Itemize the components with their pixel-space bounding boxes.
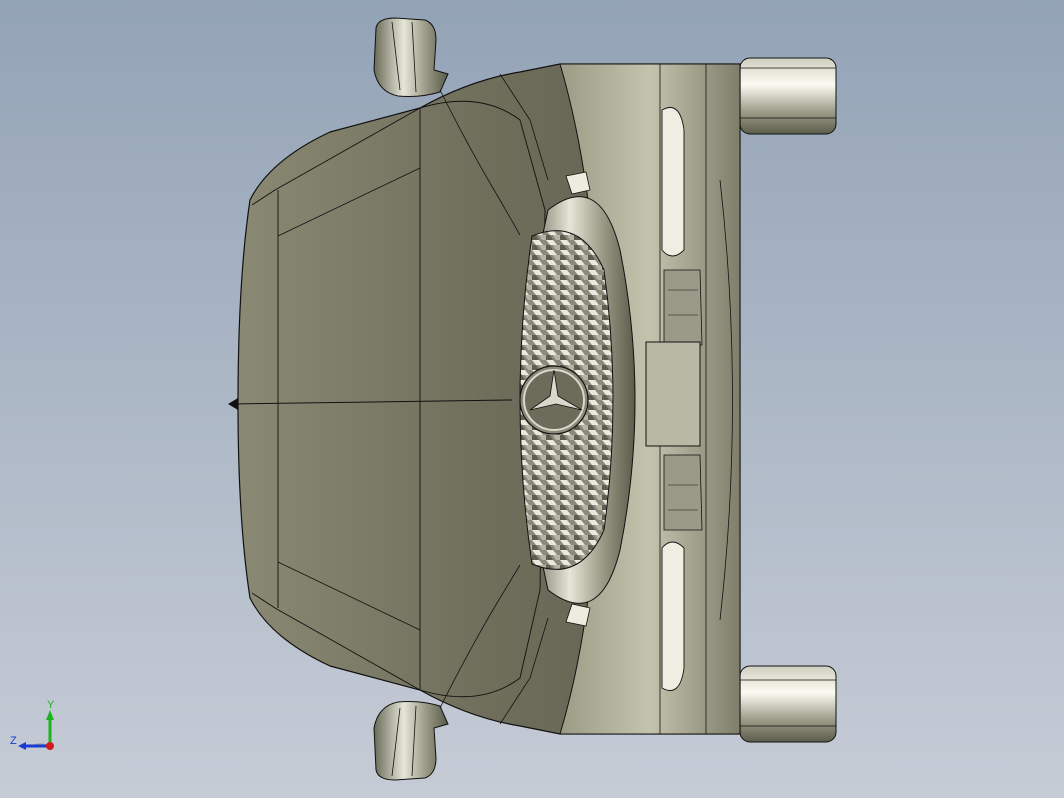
star-emblem-icon[interactable] — [519, 365, 589, 435]
x-axis-dot — [46, 742, 54, 750]
axis-triad: Y Z — [6, 696, 72, 760]
y-axis-arrow — [46, 710, 54, 720]
tire-bottom[interactable] — [739, 665, 837, 743]
y-axis-label: Y — [47, 699, 55, 711]
license-plate-mount[interactable] — [645, 341, 701, 447]
z-axis-label: Z — [10, 735, 17, 747]
side-mirror-top[interactable] — [373, 17, 449, 97]
tire-top[interactable] — [739, 57, 837, 135]
z-axis-arrow — [18, 742, 26, 750]
side-mirror-bottom[interactable] — [373, 701, 449, 781]
cad-graphics-viewport[interactable]: Y Z — [0, 0, 1064, 798]
car-front-model[interactable] — [0, 0, 1064, 798]
